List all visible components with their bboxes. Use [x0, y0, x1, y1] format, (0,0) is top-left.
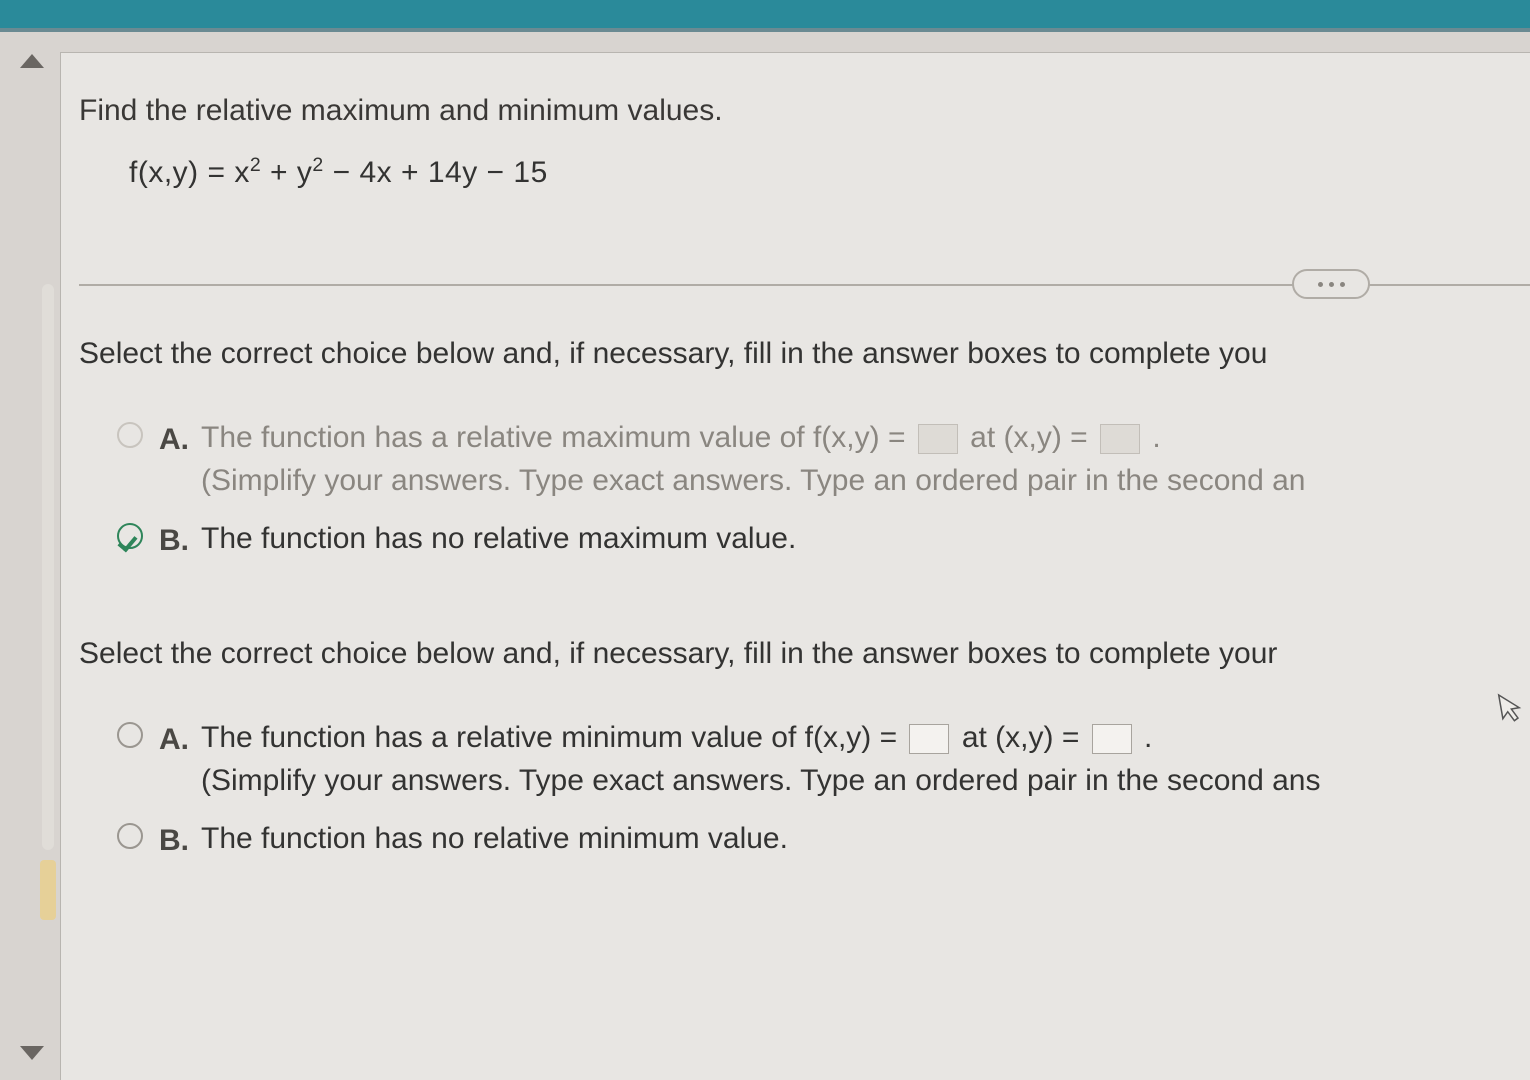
scrollbar-track[interactable]	[42, 284, 54, 850]
radio-part2-b[interactable]	[117, 823, 143, 849]
option-text: The function has no relative maximum val…	[201, 522, 796, 555]
more-options-button[interactable]	[1292, 269, 1370, 299]
option-hint: (Simplify your answers. Type exact answe…	[201, 464, 1305, 497]
option-text: .	[1144, 721, 1152, 754]
exponent: 2	[312, 154, 323, 176]
option-text: .	[1152, 421, 1160, 454]
option-text: at (x,y) =	[962, 721, 1080, 754]
radio-part1-a[interactable]	[117, 422, 143, 448]
part1-option-b[interactable]: B. The function has no relative maximum …	[79, 517, 1530, 563]
window-chrome: Find the relative maximum and minimum va…	[0, 28, 1530, 1080]
formula-part: f(x,y) = x	[129, 156, 250, 189]
option-letter: A.	[159, 418, 185, 462]
answer-box-max-value[interactable]	[918, 424, 958, 454]
formula-part: + y	[261, 156, 312, 189]
part2-instruction: Select the correct choice below and, if …	[79, 632, 1530, 676]
part2-choices: A. The function has a relative minimum v…	[79, 716, 1530, 863]
formula-part: − 4x + 14y − 15	[324, 156, 548, 189]
section-divider	[79, 264, 1530, 304]
part1-choices: A. The function has a relative maximum v…	[79, 416, 1530, 563]
answer-box-min-point[interactable]	[1092, 724, 1132, 754]
part2-option-a[interactable]: A. The function has a relative minimum v…	[79, 716, 1530, 803]
question-formula: f(x,y) = x2 + y2 − 4x + 14y − 15	[79, 151, 1530, 195]
left-gutter	[0, 32, 60, 1080]
scroll-down-icon[interactable]	[20, 1046, 44, 1060]
option-text: at (x,y) =	[970, 421, 1088, 454]
option-text: The function has no relative minimum val…	[201, 822, 788, 855]
part1-instruction: Select the correct choice below and, if …	[79, 332, 1530, 376]
option-text: The function has a relative maximum valu…	[201, 421, 905, 454]
option-letter: B.	[159, 819, 185, 863]
answer-box-min-value[interactable]	[909, 724, 949, 754]
scroll-up-icon[interactable]	[20, 54, 44, 68]
option-letter: A.	[159, 718, 185, 762]
question-prompt: Find the relative maximum and minimum va…	[79, 89, 1530, 133]
scroll-marker	[40, 860, 56, 920]
exponent: 2	[250, 154, 261, 176]
option-letter: B.	[159, 519, 185, 563]
option-hint: (Simplify your answers. Type exact answe…	[201, 764, 1320, 797]
radio-part2-a[interactable]	[117, 722, 143, 748]
part1-option-a[interactable]: A. The function has a relative maximum v…	[79, 416, 1530, 503]
option-text: The function has a relative minimum valu…	[201, 721, 897, 754]
part2-option-b[interactable]: B. The function has no relative minimum …	[79, 817, 1530, 863]
question-panel: Find the relative maximum and minimum va…	[60, 52, 1530, 1080]
radio-part1-b[interactable]	[117, 523, 143, 549]
answer-box-max-point[interactable]	[1100, 424, 1140, 454]
